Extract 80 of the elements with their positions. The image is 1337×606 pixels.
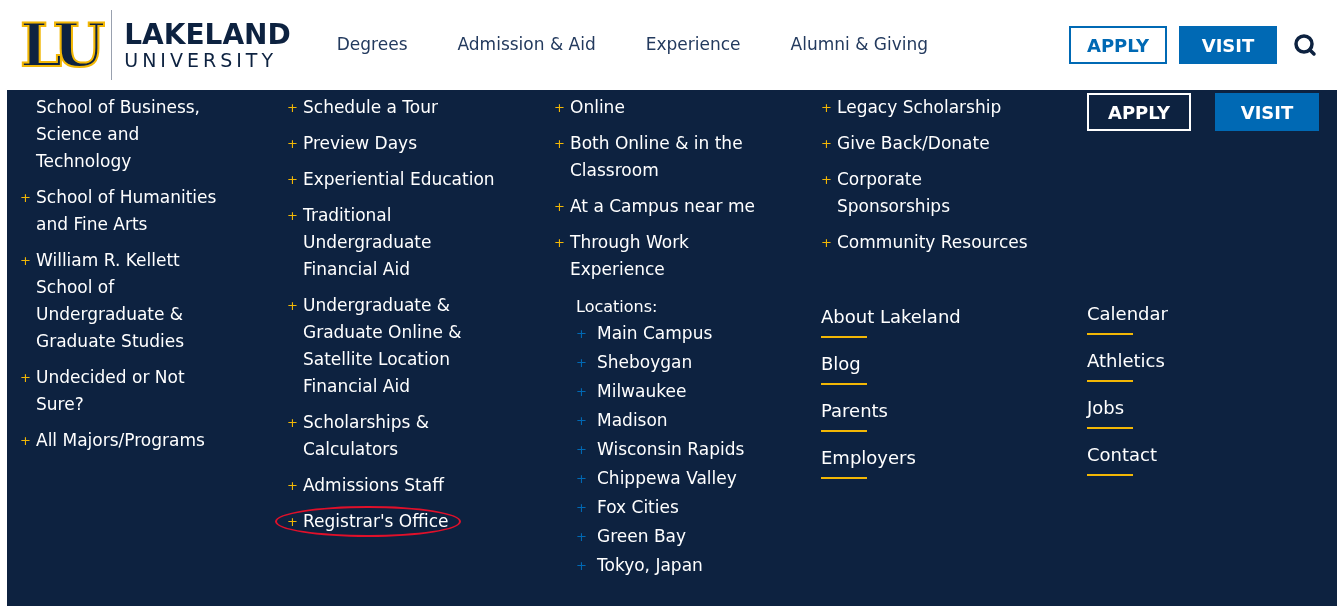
menu-link[interactable]: Experiential Education (303, 166, 495, 193)
menu-link[interactable]: All Majors/Programs (36, 427, 205, 454)
plus-icon: + (821, 130, 832, 157)
menu-link[interactable]: Admissions Staff (303, 472, 444, 499)
menu-link[interactable]: Corporate Sponsorships (837, 166, 1037, 220)
header-button[interactable]: APPLY (1069, 26, 1167, 64)
plus-icon: + (287, 130, 298, 157)
menu-link[interactable]: Scholarships & Calculators (303, 409, 503, 463)
footer-link[interactable]: Jobs (1087, 395, 1125, 421)
footer-link[interactable]: Calendar (1087, 301, 1168, 327)
plus-icon: + (821, 229, 832, 256)
plus-icon: + (554, 193, 565, 220)
menu-link[interactable]: Through Work Experience (570, 229, 770, 283)
menu-link[interactable]: Legacy Scholarship (837, 94, 1002, 121)
plus-icon: + (287, 508, 298, 535)
menu-button[interactable]: VISIT (1215, 93, 1319, 131)
plus-icon: + (287, 202, 298, 229)
plus-icon: + (287, 94, 298, 121)
location-link[interactable]: Main Campus (597, 320, 713, 347)
menu-link[interactable]: Undecided or Not Sure? (36, 364, 236, 418)
location-link[interactable]: Green Bay (597, 523, 687, 550)
nav-link[interactable]: Admission & Aid (457, 32, 596, 58)
locations-label: Locations: (576, 296, 659, 318)
menu-link[interactable]: Undergraduate & Graduate Online & Satellite Location Financial Aid (303, 292, 503, 400)
location-link[interactable]: Wisconsin Rapids (597, 436, 745, 463)
logo-name: LAKELAND (124, 20, 291, 50)
location-link[interactable]: Fox Cities (597, 494, 679, 521)
plus-icon: + (20, 364, 31, 391)
menu-button[interactable]: APPLY (1087, 93, 1191, 131)
plus-icon: + (576, 439, 587, 460)
footer-link[interactable]: Athletics (1087, 348, 1165, 374)
menu-link[interactable]: Registrar's Office (303, 508, 449, 535)
location-link[interactable]: Sheboygan (597, 349, 693, 376)
menu-link[interactable]: Give Back/Donate (837, 130, 990, 157)
plus-icon: + (287, 472, 298, 499)
plus-icon: + (576, 526, 587, 547)
plus-icon: + (821, 94, 832, 121)
plus-icon: + (554, 130, 565, 157)
menu-link[interactable]: Online (570, 94, 625, 121)
plus-icon: + (821, 166, 832, 193)
plus-icon: + (576, 468, 587, 489)
menu-link[interactable]: School of Business, Science and Technology (36, 94, 236, 175)
location-link[interactable]: Madison (597, 407, 668, 434)
footer-link[interactable]: Blog (821, 351, 861, 377)
menu-link[interactable]: Traditional Undergraduate Financial Aid (303, 202, 503, 283)
plus-icon: + (554, 229, 565, 256)
footer-link[interactable]: Employers (821, 445, 916, 471)
nav-link[interactable]: Degrees (336, 32, 408, 58)
plus-icon: + (287, 409, 298, 436)
plus-icon: + (576, 323, 587, 344)
plus-icon: + (20, 427, 31, 454)
menu-link[interactable]: Community Resources (837, 229, 1028, 256)
location-link[interactable]: Milwaukee (597, 378, 687, 405)
plus-icon: + (287, 166, 298, 193)
nav-link[interactable]: Experience (645, 32, 741, 58)
plus-icon: + (554, 94, 565, 121)
logo-subname: UNIVERSITY (124, 50, 279, 70)
menu-link[interactable]: Schedule a Tour (303, 94, 438, 121)
plus-icon: + (20, 184, 31, 211)
plus-icon: + (576, 352, 587, 373)
plus-icon: + (20, 247, 31, 274)
footer-link[interactable]: Contact (1087, 442, 1158, 468)
plus-icon: + (576, 497, 587, 518)
logo-monogram: LU (20, 15, 100, 75)
nav-link[interactable]: Alumni & Giving (790, 32, 929, 58)
plus-icon: + (287, 292, 298, 319)
menu-link[interactable]: Preview Days (303, 130, 417, 157)
menu-link[interactable]: School of Humanities and Fine Arts (36, 184, 236, 238)
menu-link[interactable]: Both Online & in the Classroom (570, 130, 770, 184)
search-icon[interactable] (1293, 33, 1317, 57)
location-link[interactable]: Chippewa Valley (597, 465, 737, 492)
menu-link[interactable]: William R. Kellett School of Undergraduate & Graduate Studies (36, 247, 236, 355)
header-button[interactable]: VISIT (1179, 26, 1277, 64)
footer-link[interactable]: About Lakeland (821, 304, 961, 330)
footer-link[interactable]: Parents (821, 398, 888, 424)
plus-icon: + (576, 381, 587, 402)
plus-icon: + (576, 555, 587, 576)
location-link[interactable]: Tokyo, Japan (597, 552, 703, 579)
menu-link[interactable]: At a Campus near me (570, 193, 755, 220)
plus-icon: + (576, 410, 587, 431)
